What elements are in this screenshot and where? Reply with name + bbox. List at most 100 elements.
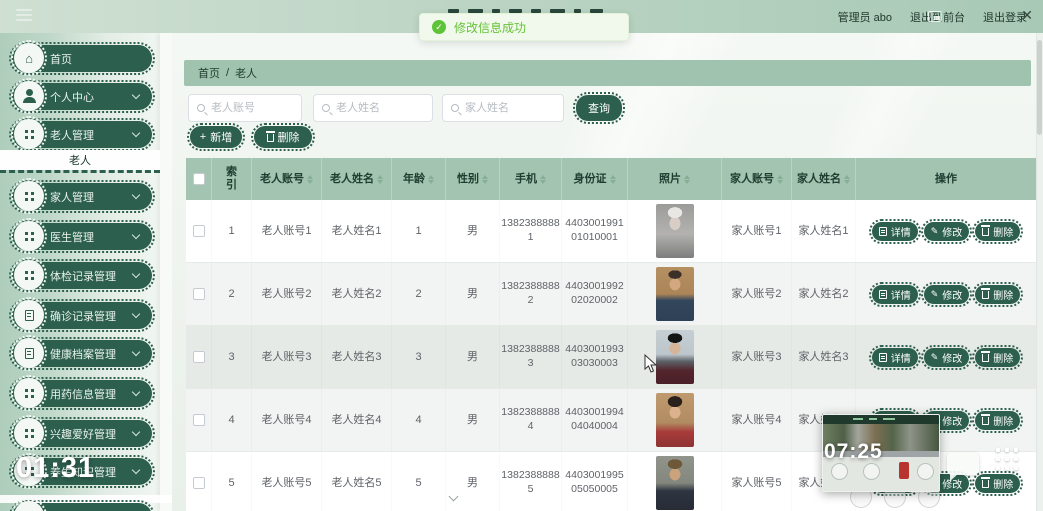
cell-idcard: 440300199202020002 <box>562 263 628 325</box>
chevron-down-icon <box>131 90 141 100</box>
sidebar-divider <box>160 33 172 511</box>
sidebar-item-personal-center[interactable]: 个人中心 <box>9 78 155 114</box>
delete-selected-button[interactable]: 删除 <box>251 123 315 151</box>
col-elder-account[interactable]: 老人账号 <box>252 158 322 200</box>
elder-name-input[interactable] <box>336 102 424 114</box>
col-age[interactable]: 年龄 <box>392 158 446 200</box>
breadcrumb-home[interactable]: 首页 <box>198 65 220 81</box>
detail-button[interactable]: 详情 <box>868 281 921 307</box>
delete-button[interactable]: 删除 <box>972 281 1024 307</box>
pip-video-window[interactable]: 07:25 <box>822 414 940 492</box>
elder-name-search-field[interactable] <box>313 94 433 122</box>
row-checkbox[interactable] <box>192 351 205 363</box>
scrollbar-thumb[interactable] <box>1037 40 1042 135</box>
sidebar-item-family-mgmt[interactable]: 家人管理 <box>9 178 155 214</box>
table-row[interactable]: 1 老人账号1 老人姓名1 1 男 13823888881 4403001991… <box>186 200 1037 263</box>
cell-family-name: 家人姓名3 <box>792 326 856 388</box>
sidebar-item-partial[interactable] <box>9 498 155 511</box>
select-all-checkbox[interactable] <box>192 173 205 185</box>
col-gender[interactable]: 性别 <box>446 158 500 200</box>
elder-photo[interactable] <box>655 393 694 447</box>
col-family-account[interactable]: 家人账号 <box>722 158 792 200</box>
cell-phone: 13823888885 <box>500 452 562 511</box>
cell-age: 2 <box>392 263 446 325</box>
trash-icon <box>981 477 991 488</box>
elder-photo[interactable] <box>655 456 694 510</box>
chat-bubble-icon[interactable] <box>947 452 979 481</box>
cell-family-account: 家人账号3 <box>722 326 792 388</box>
col-idcard[interactable]: 身份证 <box>562 158 628 200</box>
row-checkbox[interactable] <box>192 477 205 489</box>
cell-idcard: 440300199505050005 <box>562 452 628 511</box>
col-photo[interactable]: 照片 <box>628 158 722 200</box>
chevron-down-icon <box>131 465 141 475</box>
sidebar-subitem-elder[interactable]: 老人 <box>0 150 160 170</box>
sidebar-item-diagnosis-records[interactable]: 确诊记录管理 <box>9 297 155 333</box>
apps-icon <box>11 218 47 254</box>
table-row[interactable]: 2 老人账号2 老人姓名2 2 男 13823888882 4403001992… <box>186 263 1037 326</box>
hamburger-menu-icon[interactable] <box>16 9 32 21</box>
sort-icon <box>844 174 850 184</box>
app-window: 管理员 abo 退出到前台 退出登录 ✕ ✓ 修改信息成功 ⌂ 首页 个人中心 … <box>0 0 1043 511</box>
close-icon[interactable]: ✕ <box>1021 7 1033 24</box>
table-row[interactable]: 3 老人账号3 老人姓名3 3 男 13823888883 4403001993… <box>186 326 1037 389</box>
edit-button[interactable]: ✎修改 <box>920 218 973 244</box>
doc-icon <box>878 352 887 362</box>
trash-icon <box>981 225 991 236</box>
chevron-down-icon <box>131 387 141 397</box>
cell-idcard: 440300199101010001 <box>562 200 628 262</box>
add-button[interactable]: + 新增 <box>187 123 245 151</box>
cell-gender: 男 <box>446 200 500 262</box>
trash-icon <box>981 351 991 362</box>
toast-message: 修改信息成功 <box>454 20 527 35</box>
pencil-icon: ✎ <box>930 351 939 362</box>
col-family-name[interactable]: 家人姓名 <box>792 158 856 200</box>
trash-icon <box>265 131 275 142</box>
delete-button[interactable]: 删除 <box>972 344 1024 370</box>
elder-photo[interactable] <box>655 204 694 258</box>
elder-account-search-field[interactable] <box>188 94 302 122</box>
recorder-timestamp: 01:31 <box>16 452 96 484</box>
search-button[interactable]: 查询 <box>573 92 625 124</box>
sidebar-item-checkup-records[interactable]: 体检记录管理 <box>9 257 155 293</box>
cell-elder-account: 老人账号4 <box>252 389 322 451</box>
col-phone[interactable]: 手机 <box>500 158 562 200</box>
cell-index: 3 <box>212 326 252 388</box>
trash-icon <box>981 288 991 299</box>
chevron-down-icon <box>131 190 141 200</box>
cell-age: 4 <box>392 389 446 451</box>
mini-player-icon[interactable] <box>928 11 942 22</box>
elder-account-input[interactable] <box>211 102 293 114</box>
sidebar-item-health-archives[interactable]: 健康档案管理 <box>9 335 155 371</box>
cell-index: 2 <box>212 263 252 325</box>
admin-user-label[interactable]: 管理员 abo <box>838 9 892 25</box>
sidebar-item-elder-mgmt[interactable]: 老人管理 <box>9 116 155 152</box>
delete-button[interactable]: 删除 <box>972 470 1024 496</box>
table-header-row: 索引 老人账号 老人姓名 年龄 性别 手机 身份证 照片 家人账号 家人姓名 操… <box>186 158 1037 200</box>
elder-photo[interactable] <box>655 330 694 384</box>
cell-family-name: 家人姓名1 <box>792 200 856 262</box>
family-name-input[interactable] <box>465 102 555 114</box>
plus-icon: + <box>199 131 207 143</box>
detail-button[interactable]: 详情 <box>868 218 921 244</box>
row-checkbox[interactable] <box>192 225 205 237</box>
elder-photo[interactable] <box>655 267 694 321</box>
row-checkbox[interactable] <box>192 288 205 300</box>
detail-button[interactable]: 详情 <box>868 344 921 370</box>
family-name-search-field[interactable] <box>442 94 564 122</box>
col-elder-name[interactable]: 老人姓名 <box>322 158 392 200</box>
sidebar-item-hobby-mgmt[interactable]: 兴趣爱好管理 <box>9 415 155 451</box>
sidebar-item-home[interactable]: ⌂ 首页 <box>9 40 155 76</box>
cell-family-account: 家人账号2 <box>722 263 792 325</box>
edit-button[interactable]: ✎修改 <box>920 344 973 370</box>
apps-grid-icon[interactable] <box>996 448 1022 474</box>
apps-icon <box>11 178 47 214</box>
edit-button[interactable]: ✎修改 <box>920 281 973 307</box>
cell-gender: 男 <box>446 452 500 511</box>
row-checkbox[interactable] <box>192 414 205 426</box>
sidebar-item-medication-info[interactable]: 用药信息管理 <box>9 375 155 411</box>
sidebar-item-doctor-mgmt[interactable]: 医生管理 <box>9 218 155 254</box>
delete-button[interactable]: 删除 <box>972 407 1024 433</box>
delete-button[interactable]: 删除 <box>972 218 1024 244</box>
pip-page-header <box>823 415 939 424</box>
